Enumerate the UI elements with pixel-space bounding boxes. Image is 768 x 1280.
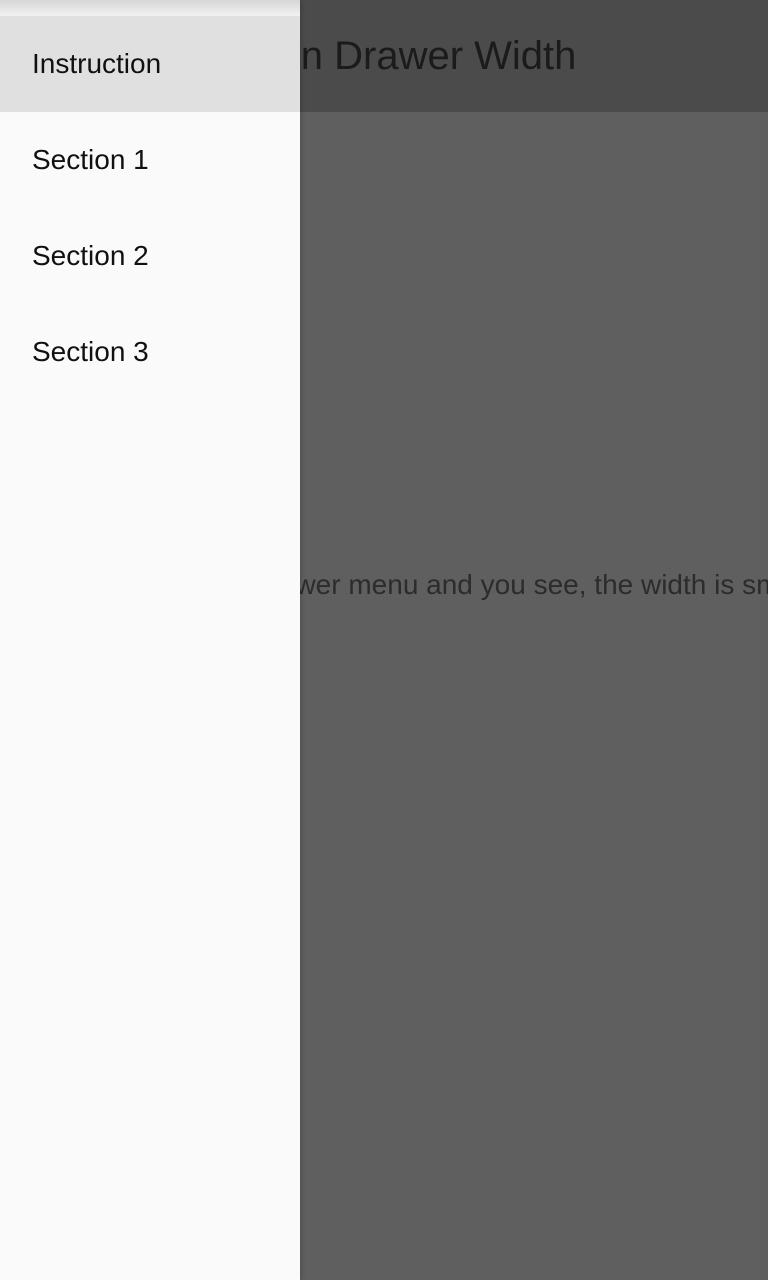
drawer-item-label: Section 2 [32, 240, 149, 271]
navigation-drawer: Instruction Section 1 Section 2 Section … [0, 0, 300, 1280]
drawer-item-label: Section 1 [32, 144, 149, 175]
content-message: Open the drawer menu and you see, the wi… [300, 568, 768, 602]
app-title: Navigation Drawer Width [134, 32, 742, 80]
drawer-item-section-2[interactable]: Section 2 [0, 208, 300, 304]
drawer-item-section-1[interactable]: Section 1 [0, 112, 300, 208]
screen: Navigation Drawer Width Open the drawer … [0, 0, 768, 1280]
drawer-status-area [0, 0, 300, 16]
drawer-item-label: Section 3 [32, 336, 149, 367]
content-message-text: Open the drawer menu and you see, the wi… [300, 569, 768, 600]
drawer-item-section-3[interactable]: Section 3 [0, 304, 300, 400]
drawer-item-label: Instruction [32, 48, 162, 79]
drawer-item-instruction[interactable]: Instruction [0, 16, 300, 112]
